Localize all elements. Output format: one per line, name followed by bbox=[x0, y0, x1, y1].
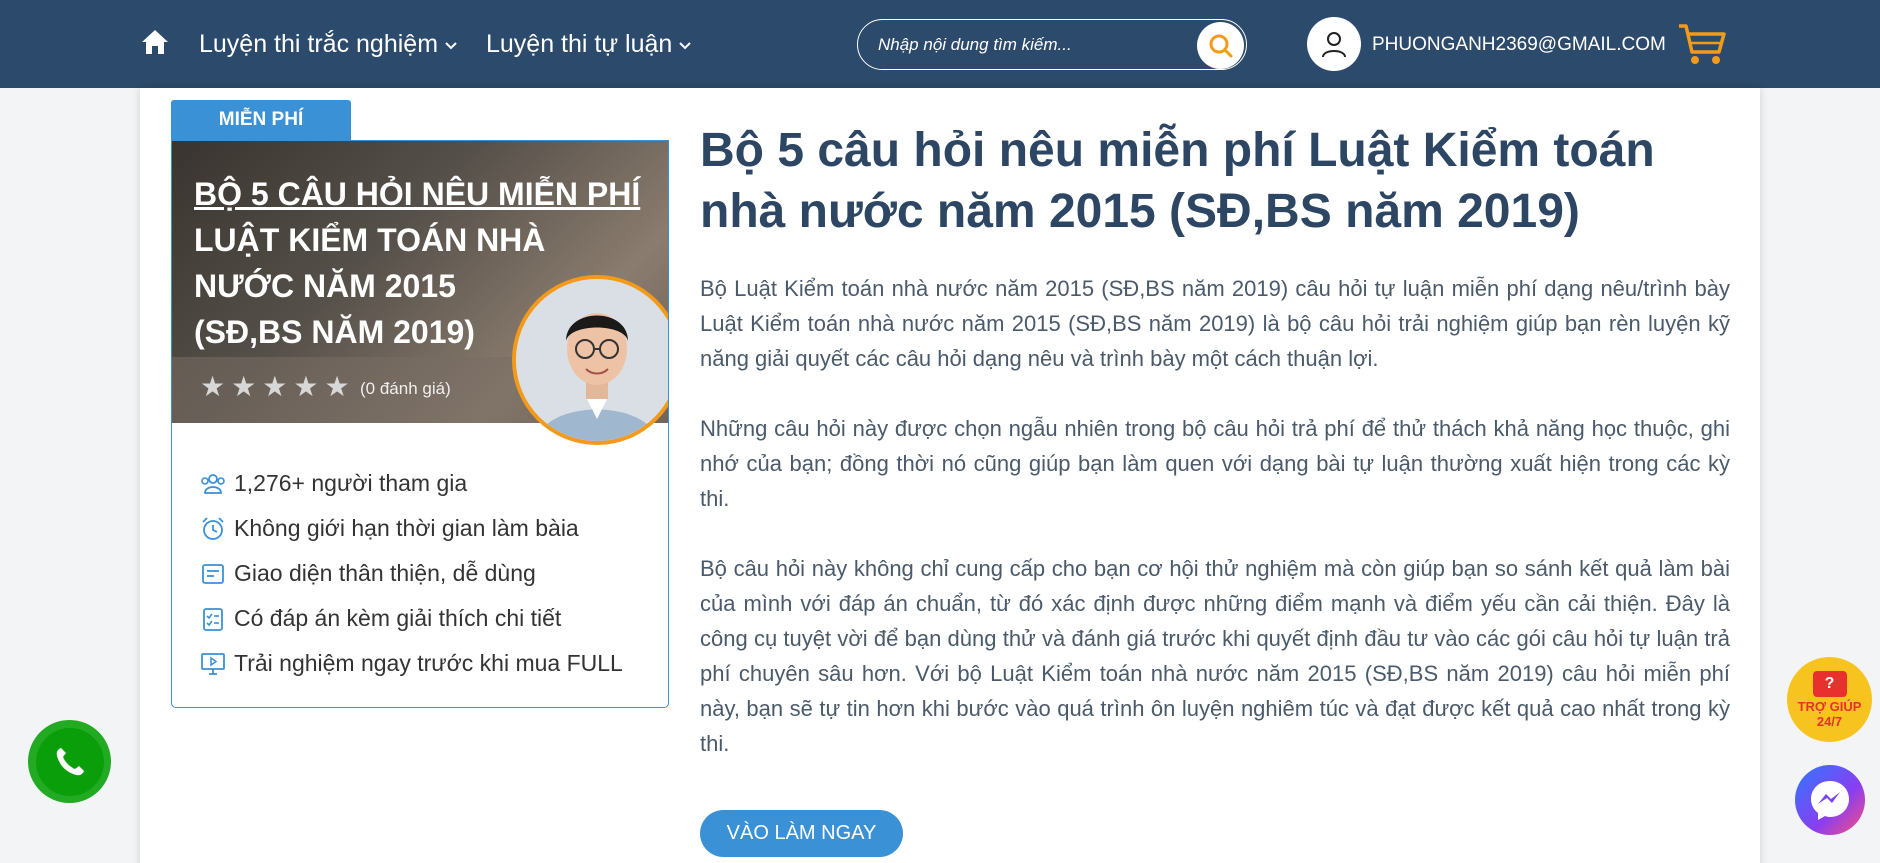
users-icon bbox=[201, 473, 225, 494]
search-button[interactable] bbox=[1197, 22, 1244, 69]
feature-text: Có đáp án kèm giải thích chi tiết bbox=[234, 605, 562, 631]
nav-label: Luyện thi tự luận bbox=[486, 30, 673, 58]
nav-label: Luyện thi trắc nghiệm bbox=[199, 30, 439, 58]
description-paragraph: Bộ Luật Kiểm toán nhà nước năm 2015 (SĐ,… bbox=[700, 276, 1730, 371]
user-avatar[interactable] bbox=[1307, 17, 1361, 71]
search-box bbox=[857, 19, 1247, 70]
help-support-button[interactable]: ? TRỢ GIÚP 24/7 bbox=[1787, 657, 1872, 742]
interface-icon bbox=[202, 563, 224, 584]
rating-count: (0 đánh giá) bbox=[360, 379, 451, 398]
description-paragraph: Những câu hỏi này được chọn ngẫu nhiên t… bbox=[700, 416, 1730, 511]
feature-text: 1,276+ người tham gia bbox=[234, 470, 468, 496]
page-title: Bộ 5 câu hỏi nêu miễn phí Luật Kiểm toán… bbox=[700, 124, 1655, 238]
course-banner[interactable]: BỘ 5 CÂU HỎI NÊU MIỄN PHÍ LUẬT KIỂM TOÁN… bbox=[172, 141, 668, 445]
feature-text: Giao diện thân thiện, dễ dùng bbox=[234, 560, 536, 586]
monitor-play-icon bbox=[201, 652, 225, 675]
banner-title-line: LUẬT KIỂM TOÁN NHÀ bbox=[194, 222, 546, 258]
chevron-down-icon bbox=[679, 41, 692, 49]
feature-item: Có đáp án kèm giải thích chi tiết bbox=[200, 596, 623, 641]
feature-list: 1,276+ người tham gia Không giới hạn thờ… bbox=[200, 461, 623, 686]
checklist-icon bbox=[203, 607, 223, 631]
messenger-button[interactable] bbox=[1795, 765, 1865, 835]
chevron-down-icon bbox=[445, 41, 457, 49]
feature-item: Không giới hạn thời gian làm bàia bbox=[200, 506, 623, 551]
search-icon bbox=[1209, 34, 1232, 57]
phone-call-button[interactable] bbox=[28, 720, 111, 803]
description-paragraph: Bộ câu hỏi này không chỉ cung cấp cho bạ… bbox=[700, 556, 1730, 756]
search-input[interactable] bbox=[878, 32, 1178, 58]
start-now-button[interactable]: VÀO LÀM NGAY bbox=[700, 810, 903, 857]
user-email[interactable]: PHUONGANH2369@GMAIL.COM bbox=[1372, 34, 1666, 56]
home-icon[interactable] bbox=[140, 28, 170, 56]
feature-item: 1,276+ người tham gia bbox=[200, 461, 623, 506]
help-label: 24/7 bbox=[1816, 713, 1843, 729]
teacher-portrait-icon bbox=[516, 279, 668, 441]
question-icon: ? bbox=[1812, 670, 1847, 697]
star-icon: ★ bbox=[262, 371, 288, 402]
star-icon: ★ bbox=[200, 371, 226, 402]
star-icon: ★ bbox=[231, 371, 257, 402]
star-icon: ★ bbox=[324, 371, 350, 402]
feature-item: Trải nghiệm ngay trước khi mua FULL bbox=[200, 641, 623, 686]
teacher-photo bbox=[512, 275, 668, 445]
rating-stars: ★ ★ ★ ★ ★ bbox=[200, 373, 350, 401]
top-navbar: Luyện thi trắc nghiệm Luyện thi tự luận … bbox=[0, 0, 1880, 88]
nav-luyen-thi-trac-nghiem[interactable]: Luyện thi trắc nghiệm bbox=[199, 30, 458, 59]
phone-icon bbox=[56, 747, 84, 775]
help-label: TRỢ GIÚP bbox=[1797, 698, 1862, 714]
star-icon: ★ bbox=[293, 371, 319, 402]
feature-text: Không giới hạn thời gian làm bàia bbox=[234, 515, 579, 541]
alarm-clock-icon bbox=[202, 516, 224, 540]
cart-icon[interactable] bbox=[1677, 22, 1727, 66]
user-icon bbox=[1322, 32, 1346, 58]
nav-luyen-thi-tu-luan[interactable]: Luyện thi tự luận bbox=[486, 30, 692, 59]
banner-title-line: BỘ 5 CÂU HỎI NÊU MIỄN PHÍ bbox=[194, 176, 641, 212]
feature-text: Trải nghiệm ngay trước khi mua FULL bbox=[234, 650, 623, 676]
messenger-icon bbox=[1811, 781, 1849, 820]
course-box: BỘ 5 CÂU HỎI NÊU MIỄN PHÍ LUẬT KIỂM TOÁN… bbox=[171, 140, 669, 708]
free-badge: MIỄN PHÍ bbox=[171, 100, 351, 140]
feature-item: Giao diện thân thiện, dễ dùng bbox=[200, 551, 623, 596]
